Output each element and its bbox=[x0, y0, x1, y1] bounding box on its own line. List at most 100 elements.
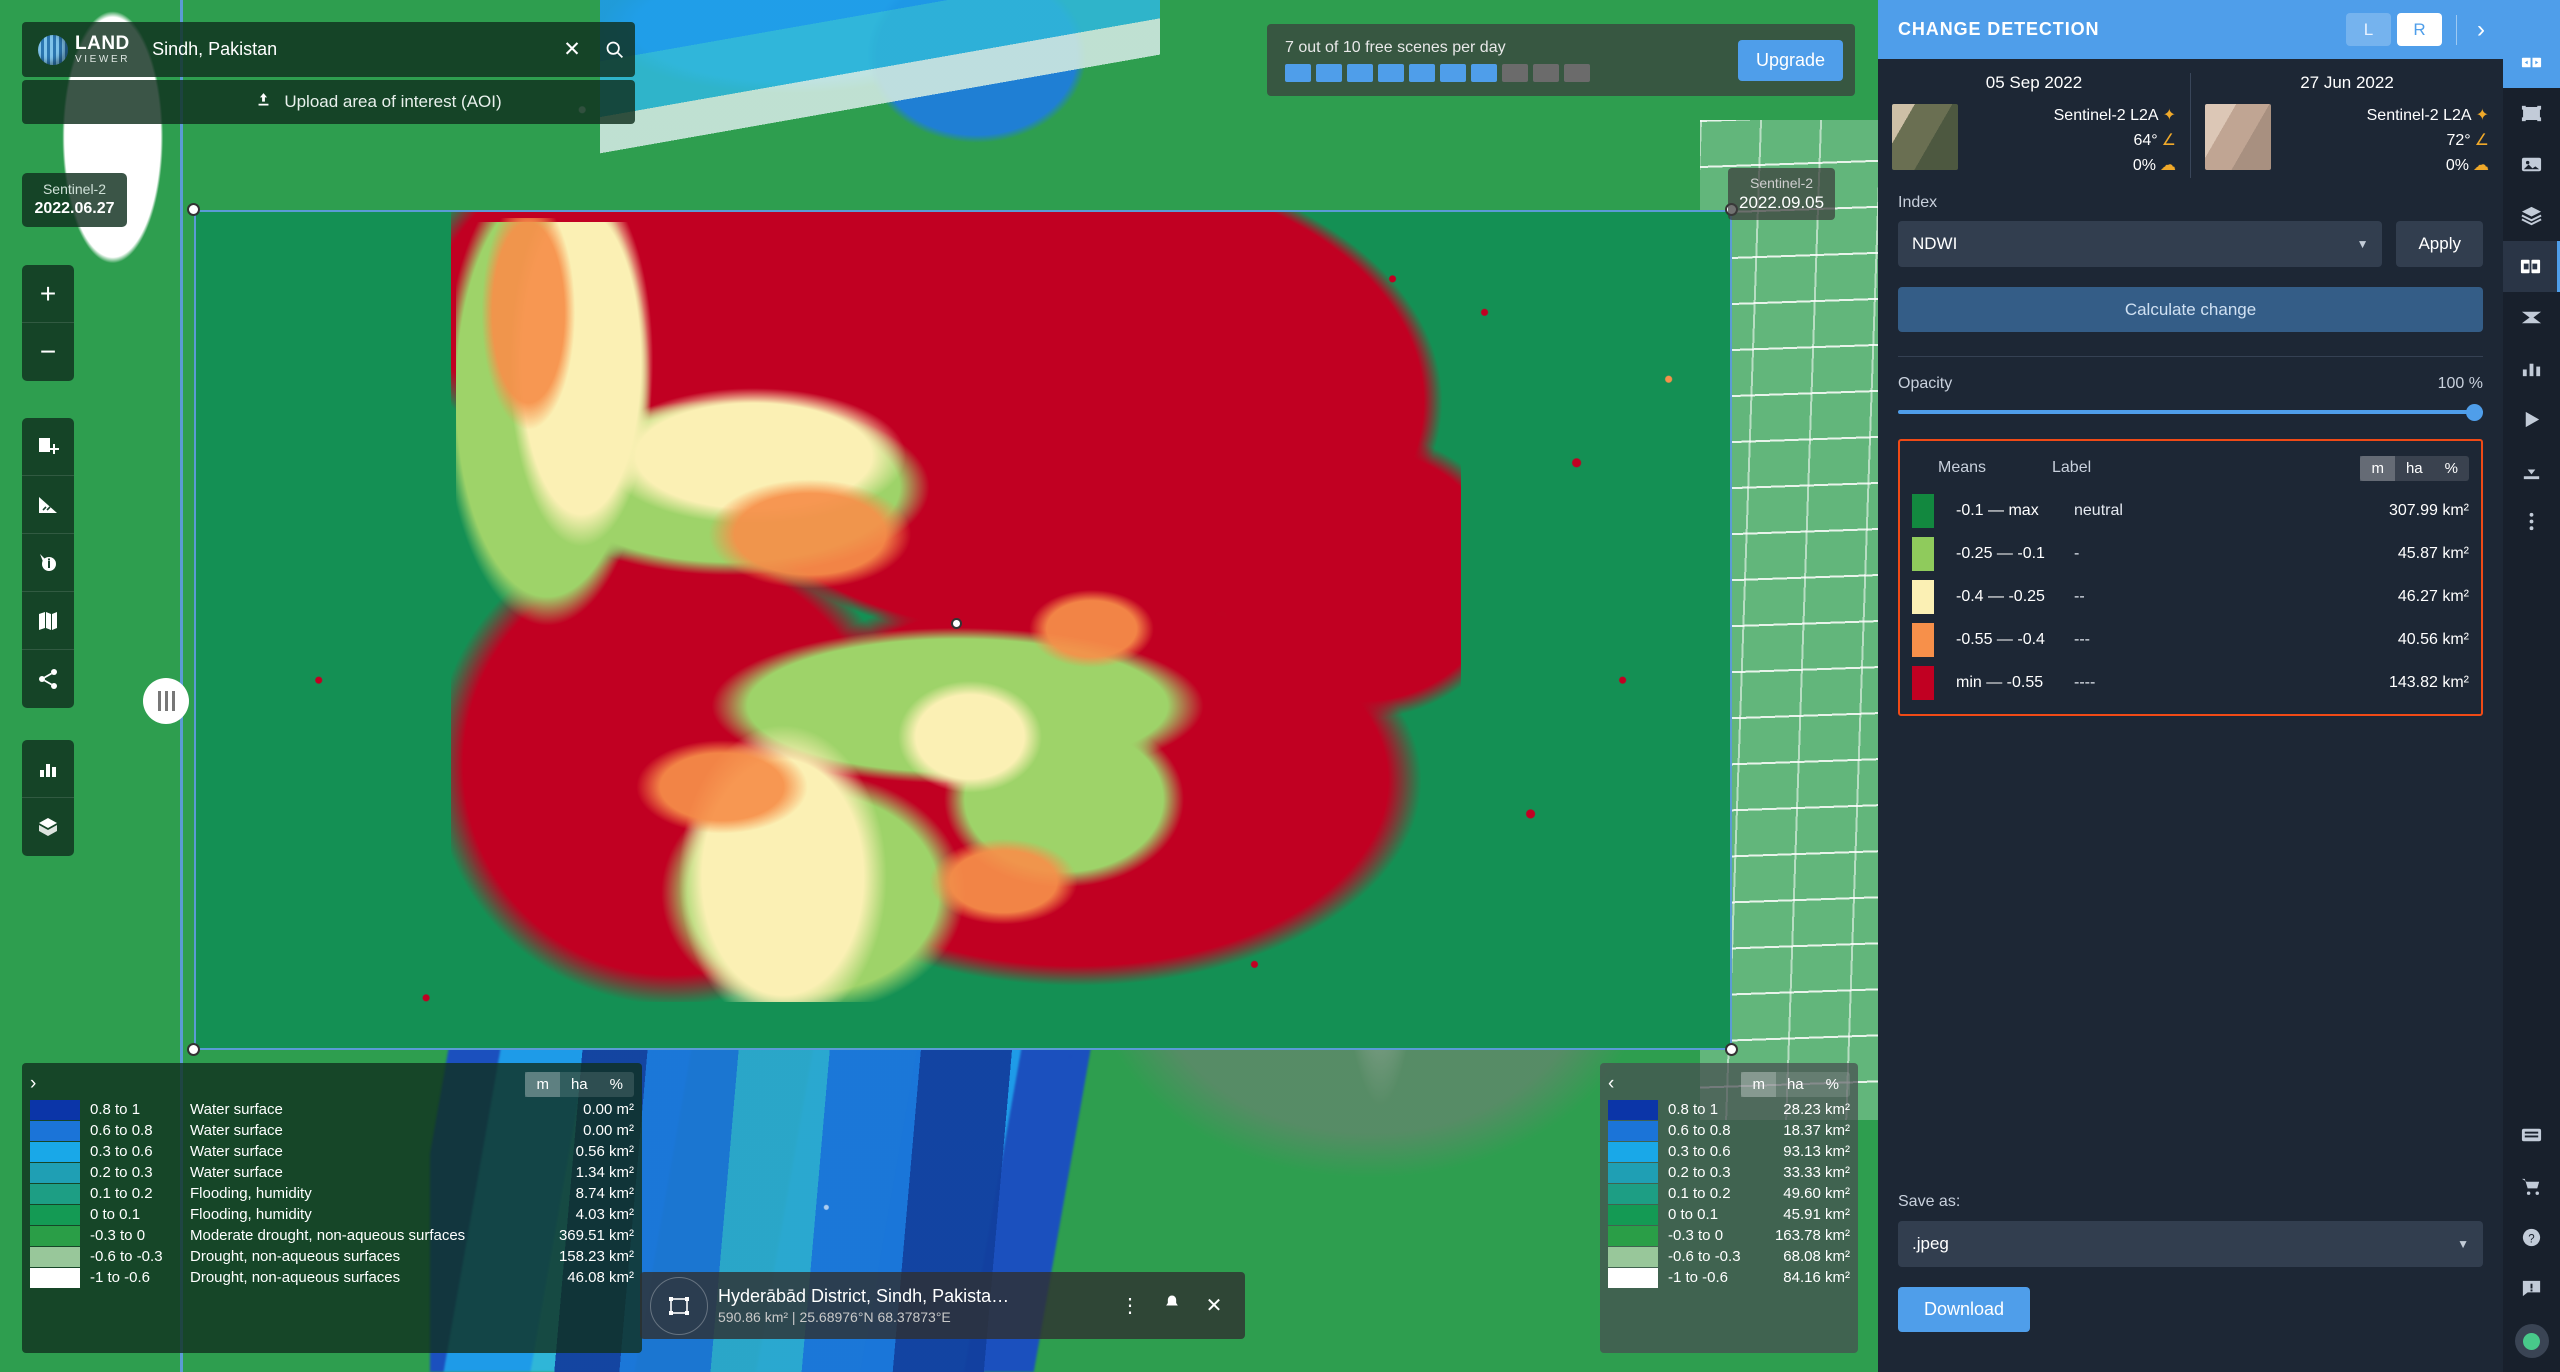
aoi-handle-top-left[interactable] bbox=[187, 203, 200, 216]
means-range: -0.4 — -0.25 bbox=[1956, 588, 2045, 606]
search-icon[interactable] bbox=[593, 22, 635, 77]
zoom-in-button[interactable]: + bbox=[22, 265, 74, 323]
aoi-change-detection-overlay[interactable] bbox=[194, 210, 1732, 1050]
index-select[interactable]: NDWI ▼ bbox=[1898, 221, 2383, 268]
scene-card-right[interactable]: 27 Jun 2022 Sentinel-2 L2A ✦ 72° ∠ 0% ☁ bbox=[2190, 73, 2503, 179]
scene-right-thumbnail[interactable] bbox=[2205, 104, 2271, 170]
unit-option-ha[interactable]: ha bbox=[2395, 456, 2434, 481]
free-scene-pip bbox=[1285, 63, 1311, 82]
means-value: 40.56 km² bbox=[2397, 631, 2469, 649]
change-detection-icon[interactable] bbox=[2503, 241, 2560, 292]
file-format-select[interactable]: .jpeg ▼ bbox=[1898, 1221, 2483, 1267]
legend-swatch bbox=[30, 1225, 80, 1246]
aoi-handle-bottom-right[interactable] bbox=[1725, 1043, 1738, 1056]
view-toggle-right[interactable]: R bbox=[2397, 13, 2442, 46]
calculate-change-button[interactable]: Calculate change bbox=[1898, 287, 2483, 333]
scene-card-left[interactable]: 05 Sep 2022 Sentinel-2 L2A ✦ 64° ∠ 0% ☁ bbox=[1878, 73, 2190, 178]
add-aoi-icon[interactable] bbox=[22, 418, 74, 476]
legend-row: -1 to -0.6 84.16 km² bbox=[1608, 1267, 1850, 1288]
share-icon[interactable] bbox=[22, 650, 74, 708]
unit-option-ha[interactable]: ha bbox=[560, 1072, 599, 1097]
legend-value: 369.51 km² bbox=[558, 1227, 634, 1244]
means-range: -0.1 — max bbox=[1956, 502, 2039, 520]
legend-row: 0.1 to 0.2 49.60 km² bbox=[1608, 1183, 1850, 1204]
apply-button[interactable]: Apply bbox=[2396, 221, 2483, 268]
unit-option-m[interactable]: m bbox=[1741, 1071, 1776, 1097]
search-panel: LAND VIEWER ✕ Upload ar bbox=[22, 22, 635, 124]
scene-right-angle: 72° bbox=[2446, 131, 2471, 149]
help-icon[interactable]: ? bbox=[2503, 1212, 2560, 1263]
means-range: -0.25 — -0.1 bbox=[1956, 545, 2045, 563]
scene-comparison: 05 Sep 2022 Sentinel-2 L2A ✦ 64° ∠ 0% ☁ 27 … bbox=[1878, 59, 2503, 184]
legend-row: 0.6 to 0.8 18.37 km² bbox=[1608, 1120, 1850, 1141]
aoi-handle-bottom-left[interactable] bbox=[187, 1043, 200, 1056]
download-icon[interactable] bbox=[2503, 445, 2560, 496]
feedback-icon[interactable] bbox=[2503, 1263, 2560, 1314]
unit-option-m[interactable]: m bbox=[525, 1071, 560, 1097]
opacity-slider[interactable] bbox=[1898, 404, 2483, 422]
app-logo[interactable]: LAND VIEWER bbox=[22, 34, 144, 65]
free-scene-pip bbox=[1347, 63, 1373, 82]
left-scene-date: 2022.06.27 bbox=[34, 199, 115, 217]
aoi-handle-center[interactable] bbox=[951, 618, 962, 629]
right-scene-sensor: Sentinel-2 bbox=[1750, 175, 1814, 191]
legend-row: -0.3 to 0 163.78 km² bbox=[1608, 1225, 1850, 1246]
aoi-close-icon[interactable]: ✕ bbox=[1193, 1293, 1235, 1318]
zoom-toolbar: + − bbox=[22, 265, 74, 381]
map-canvas[interactable]: LAND VIEWER ✕ Upload ar bbox=[0, 0, 1878, 1372]
legend-row: 0.2 to 0.3 Water surface 1.34 km² bbox=[30, 1162, 634, 1183]
unit-option-m[interactable]: m bbox=[2360, 455, 2395, 481]
unit-option-percent[interactable]: % bbox=[599, 1072, 634, 1097]
unit-option-percent[interactable]: % bbox=[1815, 1072, 1850, 1097]
more-options-icon[interactable] bbox=[2503, 496, 2560, 547]
scene-left-angle: 64° bbox=[2133, 131, 2158, 149]
search-input[interactable] bbox=[144, 39, 551, 60]
user-avatar[interactable] bbox=[2514, 1324, 2549, 1358]
legend-row: -0.6 to -0.3 Drought, non-aqueous surface… bbox=[30, 1246, 634, 1267]
upload-aoi-button[interactable]: Upload area of interest (AOI) bbox=[22, 80, 635, 124]
view-toggle-left[interactable]: L bbox=[2346, 13, 2391, 46]
legend-swatch bbox=[1608, 1267, 1658, 1288]
free-scene-pip bbox=[1409, 63, 1435, 82]
legend-value: 33.33 km² bbox=[1783, 1164, 1850, 1181]
legend-right-collapse-icon[interactable]: ‹ bbox=[1608, 1073, 1638, 1095]
means-unit-toggle[interactable]: m ha% bbox=[2360, 455, 2469, 481]
zoom-out-button[interactable]: − bbox=[22, 323, 74, 381]
cart-icon[interactable] bbox=[2503, 1161, 2560, 1212]
legend-left-collapse-icon[interactable]: › bbox=[30, 1073, 60, 1095]
analytics-chart-icon[interactable] bbox=[2503, 343, 2560, 394]
basemap-icon[interactable] bbox=[22, 592, 74, 650]
means-value: 45.87 km² bbox=[2397, 545, 2469, 563]
scene-left-thumbnail[interactable] bbox=[1892, 104, 1958, 170]
legend-range: 0.8 to 1 bbox=[90, 1101, 141, 1118]
layers-icon[interactable] bbox=[2503, 190, 2560, 241]
upgrade-button[interactable]: Upgrade bbox=[1737, 39, 1843, 81]
measure-icon[interactable] bbox=[22, 476, 74, 534]
unit-option-percent[interactable]: % bbox=[2434, 456, 2469, 481]
compare-split-icon[interactable] bbox=[2503, 37, 2560, 88]
timelapse-play-icon[interactable] bbox=[2503, 394, 2560, 445]
3d-view-icon[interactable] bbox=[22, 798, 74, 856]
legend-right-unit-toggle[interactable]: m ha% bbox=[1741, 1071, 1850, 1097]
aoi-tool-icon[interactable] bbox=[2503, 88, 2560, 139]
download-button[interactable]: Download bbox=[1898, 1287, 2031, 1332]
legend-left-unit-toggle[interactable]: m ha% bbox=[525, 1071, 634, 1097]
news-icon[interactable] bbox=[2503, 1110, 2560, 1161]
free-scenes-progress bbox=[1285, 63, 1738, 82]
scene-right-clouds: 0% bbox=[2445, 156, 2469, 174]
legend-range: -0.6 to -0.3 bbox=[1668, 1248, 1741, 1265]
legend-row: -0.6 to -0.3 68.08 km² bbox=[1608, 1246, 1850, 1267]
swipe-handle[interactable] bbox=[143, 678, 189, 724]
unit-option-ha[interactable]: ha bbox=[1776, 1072, 1815, 1097]
info-pin-icon[interactable] bbox=[22, 534, 74, 592]
means-range: -0.55 — -0.4 bbox=[1956, 631, 2045, 649]
scenes-gallery-icon[interactable] bbox=[2503, 139, 2560, 190]
clear-search-icon[interactable]: ✕ bbox=[551, 22, 593, 77]
means-row: min — -0.55 ---- 143.82 km² bbox=[1912, 666, 2469, 701]
opacity-slider-knob[interactable] bbox=[2466, 404, 2483, 422]
statistics-icon[interactable] bbox=[22, 740, 74, 798]
panel-collapse-icon[interactable]: › bbox=[2471, 16, 2491, 44]
aoi-more-menu-icon[interactable]: ⋮ bbox=[1109, 1293, 1151, 1318]
clustering-icon[interactable] bbox=[2503, 292, 2560, 343]
aoi-add-alert-icon[interactable] bbox=[1151, 1293, 1193, 1319]
